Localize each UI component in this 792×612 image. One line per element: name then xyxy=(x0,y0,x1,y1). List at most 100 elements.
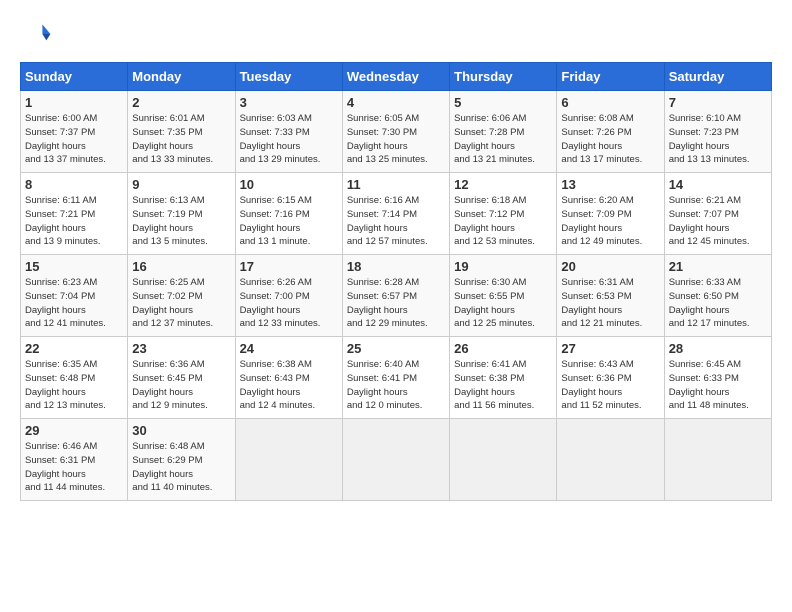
calendar-cell: 28 Sunrise: 6:45 AMSunset: 6:33 PMDaylig… xyxy=(664,337,771,419)
calendar-cell: 27 Sunrise: 6:43 AMSunset: 6:36 PMDaylig… xyxy=(557,337,664,419)
week-row-3: 15 Sunrise: 6:23 AMSunset: 7:04 PMDaylig… xyxy=(21,255,772,337)
cell-text: Sunrise: 6:38 AMSunset: 6:43 PMDaylight … xyxy=(240,359,316,411)
cell-text: Sunrise: 6:00 AMSunset: 7:37 PMDaylight … xyxy=(25,113,106,165)
calendar-cell: 7 Sunrise: 6:10 AMSunset: 7:23 PMDayligh… xyxy=(664,91,771,173)
week-row-2: 8 Sunrise: 6:11 AMSunset: 7:21 PMDayligh… xyxy=(21,173,772,255)
week-row-4: 22 Sunrise: 6:35 AMSunset: 6:48 PMDaylig… xyxy=(21,337,772,419)
calendar-body: 1 Sunrise: 6:00 AMSunset: 7:37 PMDayligh… xyxy=(21,91,772,501)
col-tuesday: Tuesday xyxy=(235,63,342,91)
cell-text: Sunrise: 6:03 AMSunset: 7:33 PMDaylight … xyxy=(240,113,321,165)
day-number: 10 xyxy=(240,177,338,192)
cell-text: Sunrise: 6:15 AMSunset: 7:16 PMDaylight … xyxy=(240,195,312,247)
day-number: 29 xyxy=(25,423,123,438)
day-number: 18 xyxy=(347,259,445,274)
calendar-cell: 29 Sunrise: 6:46 AMSunset: 6:31 PMDaylig… xyxy=(21,419,128,501)
header-row: SundayMondayTuesdayWednesdayThursdayFrid… xyxy=(21,63,772,91)
week-row-1: 1 Sunrise: 6:00 AMSunset: 7:37 PMDayligh… xyxy=(21,91,772,173)
cell-text: Sunrise: 6:35 AMSunset: 6:48 PMDaylight … xyxy=(25,359,106,411)
col-friday: Friday xyxy=(557,63,664,91)
cell-text: Sunrise: 6:08 AMSunset: 7:26 PMDaylight … xyxy=(561,113,642,165)
col-thursday: Thursday xyxy=(450,63,557,91)
calendar-cell xyxy=(235,419,342,501)
day-number: 27 xyxy=(561,341,659,356)
cell-text: Sunrise: 6:30 AMSunset: 6:55 PMDaylight … xyxy=(454,277,535,329)
cell-text: Sunrise: 6:46 AMSunset: 6:31 PMDaylight … xyxy=(25,441,105,493)
day-number: 21 xyxy=(669,259,767,274)
calendar-cell: 3 Sunrise: 6:03 AMSunset: 7:33 PMDayligh… xyxy=(235,91,342,173)
day-number: 16 xyxy=(132,259,230,274)
day-number: 28 xyxy=(669,341,767,356)
calendar-cell xyxy=(557,419,664,501)
day-number: 3 xyxy=(240,95,338,110)
cell-text: Sunrise: 6:43 AMSunset: 6:36 PMDaylight … xyxy=(561,359,641,411)
header xyxy=(20,18,772,50)
day-number: 19 xyxy=(454,259,552,274)
calendar-cell: 25 Sunrise: 6:40 AMSunset: 6:41 PMDaylig… xyxy=(342,337,449,419)
calendar-cell xyxy=(664,419,771,501)
cell-text: Sunrise: 6:01 AMSunset: 7:35 PMDaylight … xyxy=(132,113,213,165)
day-number: 20 xyxy=(561,259,659,274)
day-number: 8 xyxy=(25,177,123,192)
cell-text: Sunrise: 6:18 AMSunset: 7:12 PMDaylight … xyxy=(454,195,535,247)
cell-text: Sunrise: 6:36 AMSunset: 6:45 PMDaylight … xyxy=(132,359,208,411)
calendar: SundayMondayTuesdayWednesdayThursdayFrid… xyxy=(20,62,772,501)
cell-text: Sunrise: 6:23 AMSunset: 7:04 PMDaylight … xyxy=(25,277,106,329)
logo-icon xyxy=(20,18,52,50)
day-number: 12 xyxy=(454,177,552,192)
day-number: 26 xyxy=(454,341,552,356)
day-number: 30 xyxy=(132,423,230,438)
cell-text: Sunrise: 6:11 AMSunset: 7:21 PMDaylight … xyxy=(25,195,101,247)
cell-text: Sunrise: 6:25 AMSunset: 7:02 PMDaylight … xyxy=(132,277,213,329)
calendar-cell: 4 Sunrise: 6:05 AMSunset: 7:30 PMDayligh… xyxy=(342,91,449,173)
cell-text: Sunrise: 6:48 AMSunset: 6:29 PMDaylight … xyxy=(132,441,212,493)
week-row-5: 29 Sunrise: 6:46 AMSunset: 6:31 PMDaylig… xyxy=(21,419,772,501)
calendar-header: SundayMondayTuesdayWednesdayThursdayFrid… xyxy=(21,63,772,91)
col-saturday: Saturday xyxy=(664,63,771,91)
calendar-cell: 21 Sunrise: 6:33 AMSunset: 6:50 PMDaylig… xyxy=(664,255,771,337)
calendar-cell: 10 Sunrise: 6:15 AMSunset: 7:16 PMDaylig… xyxy=(235,173,342,255)
cell-text: Sunrise: 6:13 AMSunset: 7:19 PMDaylight … xyxy=(132,195,208,247)
calendar-cell: 20 Sunrise: 6:31 AMSunset: 6:53 PMDaylig… xyxy=(557,255,664,337)
col-sunday: Sunday xyxy=(21,63,128,91)
calendar-cell: 12 Sunrise: 6:18 AMSunset: 7:12 PMDaylig… xyxy=(450,173,557,255)
day-number: 15 xyxy=(25,259,123,274)
calendar-cell: 6 Sunrise: 6:08 AMSunset: 7:26 PMDayligh… xyxy=(557,91,664,173)
calendar-cell: 9 Sunrise: 6:13 AMSunset: 7:19 PMDayligh… xyxy=(128,173,235,255)
logo xyxy=(20,18,56,50)
cell-text: Sunrise: 6:33 AMSunset: 6:50 PMDaylight … xyxy=(669,277,750,329)
calendar-cell: 26 Sunrise: 6:41 AMSunset: 6:38 PMDaylig… xyxy=(450,337,557,419)
day-number: 11 xyxy=(347,177,445,192)
calendar-cell: 16 Sunrise: 6:25 AMSunset: 7:02 PMDaylig… xyxy=(128,255,235,337)
calendar-cell: 17 Sunrise: 6:26 AMSunset: 7:00 PMDaylig… xyxy=(235,255,342,337)
col-monday: Monday xyxy=(128,63,235,91)
calendar-cell: 8 Sunrise: 6:11 AMSunset: 7:21 PMDayligh… xyxy=(21,173,128,255)
calendar-cell xyxy=(450,419,557,501)
calendar-cell: 5 Sunrise: 6:06 AMSunset: 7:28 PMDayligh… xyxy=(450,91,557,173)
cell-text: Sunrise: 6:41 AMSunset: 6:38 PMDaylight … xyxy=(454,359,534,411)
cell-text: Sunrise: 6:16 AMSunset: 7:14 PMDaylight … xyxy=(347,195,428,247)
cell-text: Sunrise: 6:40 AMSunset: 6:41 PMDaylight … xyxy=(347,359,423,411)
day-number: 13 xyxy=(561,177,659,192)
calendar-cell: 22 Sunrise: 6:35 AMSunset: 6:48 PMDaylig… xyxy=(21,337,128,419)
calendar-cell: 13 Sunrise: 6:20 AMSunset: 7:09 PMDaylig… xyxy=(557,173,664,255)
day-number: 4 xyxy=(347,95,445,110)
day-number: 25 xyxy=(347,341,445,356)
cell-text: Sunrise: 6:10 AMSunset: 7:23 PMDaylight … xyxy=(669,113,750,165)
col-wednesday: Wednesday xyxy=(342,63,449,91)
calendar-cell xyxy=(342,419,449,501)
day-number: 22 xyxy=(25,341,123,356)
cell-text: Sunrise: 6:45 AMSunset: 6:33 PMDaylight … xyxy=(669,359,749,411)
cell-text: Sunrise: 6:26 AMSunset: 7:00 PMDaylight … xyxy=(240,277,321,329)
cell-text: Sunrise: 6:31 AMSunset: 6:53 PMDaylight … xyxy=(561,277,642,329)
cell-text: Sunrise: 6:20 AMSunset: 7:09 PMDaylight … xyxy=(561,195,642,247)
day-number: 6 xyxy=(561,95,659,110)
page: SundayMondayTuesdayWednesdayThursdayFrid… xyxy=(0,0,792,511)
day-number: 5 xyxy=(454,95,552,110)
calendar-cell: 24 Sunrise: 6:38 AMSunset: 6:43 PMDaylig… xyxy=(235,337,342,419)
day-number: 7 xyxy=(669,95,767,110)
calendar-cell: 15 Sunrise: 6:23 AMSunset: 7:04 PMDaylig… xyxy=(21,255,128,337)
cell-text: Sunrise: 6:06 AMSunset: 7:28 PMDaylight … xyxy=(454,113,535,165)
day-number: 17 xyxy=(240,259,338,274)
day-number: 9 xyxy=(132,177,230,192)
calendar-cell: 1 Sunrise: 6:00 AMSunset: 7:37 PMDayligh… xyxy=(21,91,128,173)
